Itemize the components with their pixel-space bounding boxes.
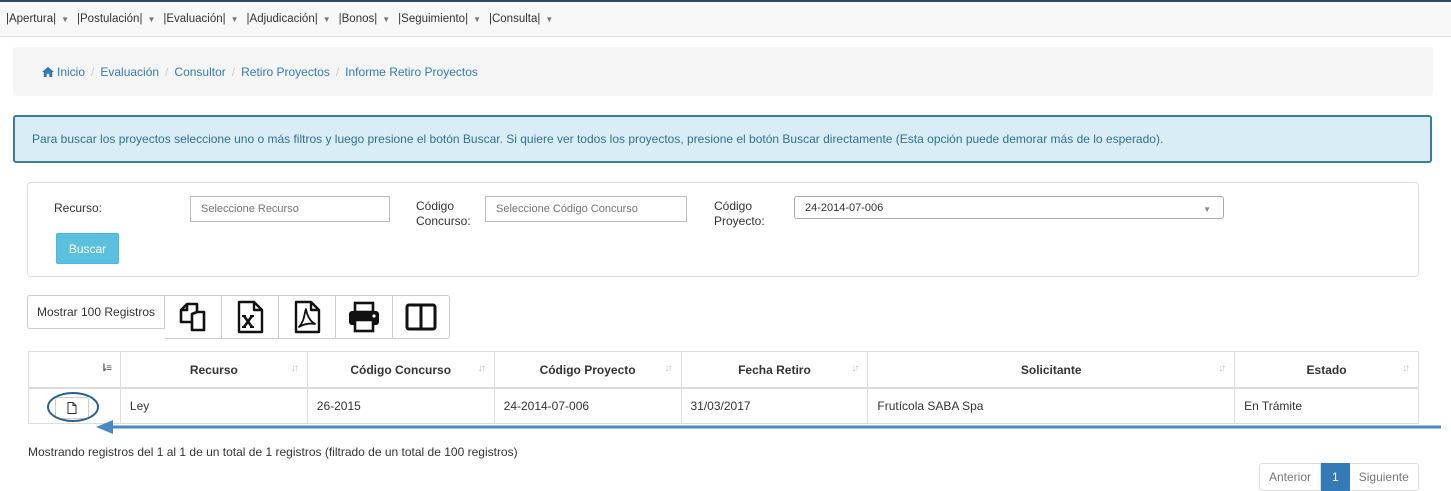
- sort-icon: ↓↑: [1402, 363, 1410, 374]
- breadcrumb-evaluacion[interactable]: Evaluación: [100, 65, 159, 79]
- proyecto-label: Código Proyecto:: [714, 199, 765, 229]
- proyecto-select[interactable]: 24-2014-07-006 ▼: [794, 196, 1224, 219]
- menu-postulacion[interactable]: |Postulación| ▼: [77, 13, 155, 25]
- print-icon: [349, 301, 380, 333]
- breadcrumb-informe-retiro[interactable]: Informe Retiro Proyectos: [345, 65, 478, 79]
- concurso-label-line1: Código: [416, 199, 455, 213]
- buscar-button[interactable]: Buscar: [56, 233, 119, 264]
- breadcrumb: Inicio / Evaluación / Consultor / Retiro Pr…: [13, 47, 1433, 96]
- excel-button[interactable]: [222, 295, 280, 339]
- pdf-button[interactable]: [279, 295, 337, 339]
- page-1-button[interactable]: 1: [1321, 463, 1350, 491]
- sort-icon: ↓↑: [1218, 363, 1226, 374]
- sort-icon: ↓↑: [290, 363, 299, 374]
- column-header-solicitante[interactable]: Solicitante ↓↑: [867, 351, 1236, 389]
- menu-label: |Postulación|: [77, 13, 143, 25]
- proyecto-label-line1: Código: [714, 199, 753, 213]
- info-text: Para buscar los proyectos seleccione uno…: [32, 132, 1164, 146]
- chevron-down-icon: ▼: [147, 14, 156, 24]
- sort-icon: ↓↑: [851, 363, 859, 374]
- column-header-estado[interactable]: Estado ↓↑: [1234, 351, 1419, 389]
- column-header-label: Recurso: [189, 362, 238, 377]
- table-summary: Mostrando registros del 1 al 1 de un tot…: [28, 445, 518, 459]
- column-header-codigo-proyecto[interactable]: Código Proyecto ↓↑: [493, 351, 682, 389]
- column-header-detail[interactable]: ⇂≡: [28, 351, 121, 389]
- column-header-label: Fecha Retiro: [738, 362, 811, 377]
- chevron-down-icon: ▼: [1203, 205, 1211, 214]
- concurso-label: Código Concurso:: [416, 199, 471, 229]
- proyecto-label-line2: Proyecto:: [714, 214, 765, 228]
- concurso-input[interactable]: [485, 196, 687, 222]
- results-table: ⇂≡ Recurso ↓↑ Código Concurso ↓↑ Código Pr…: [28, 351, 1419, 424]
- next-page-button[interactable]: Siguiente: [1349, 463, 1419, 491]
- menu-label: |Apertura|: [6, 13, 57, 25]
- menu-label: |Evaluación|: [163, 13, 226, 25]
- columns-button[interactable]: [393, 295, 451, 339]
- chevron-down-icon: ▼: [322, 14, 331, 24]
- breadcrumb-separator: /: [91, 64, 95, 79]
- annotation-circle: [47, 392, 99, 422]
- home-icon: [42, 66, 54, 77]
- proyecto-select-value: 24-2014-07-006: [805, 201, 884, 214]
- column-header-label: Código Concurso: [350, 362, 452, 377]
- breadcrumb-separator: /: [231, 64, 236, 79]
- menu-label: |Consulta|: [488, 13, 541, 25]
- columns-icon: [405, 303, 437, 331]
- breadcrumb-inicio[interactable]: Inicio: [57, 65, 85, 79]
- menu-apertura[interactable]: |Apertura| ▼: [6, 13, 69, 25]
- column-header-label: Código Proyecto: [539, 362, 636, 377]
- pdf-icon: [294, 300, 321, 334]
- breadcrumb-separator: /: [335, 64, 340, 79]
- filter-panel: Recurso: Código Concurso: Código Proyect…: [27, 182, 1419, 277]
- menu-label: |Bonos|: [338, 13, 378, 25]
- breadcrumb-separator: /: [165, 64, 169, 79]
- column-header-codigo-concurso[interactable]: Código Concurso ↓↑: [306, 351, 495, 389]
- breadcrumb-consultor[interactable]: Consultor: [174, 65, 225, 79]
- menu-label: |Seguimiento|: [398, 13, 469, 25]
- menu-seguimiento[interactable]: |Seguimiento| ▼: [398, 13, 481, 25]
- column-header-recurso[interactable]: Recurso ↓↑: [119, 351, 308, 389]
- copy-button[interactable]: [165, 295, 223, 339]
- print-button[interactable]: [336, 295, 394, 339]
- annotation-arrow: [96, 420, 1441, 434]
- table-header-row: ⇂≡ Recurso ↓↑ Código Concurso ↓↑ Código Pr…: [28, 351, 1419, 389]
- column-header-label: Estado: [1306, 362, 1347, 377]
- excel-icon: [237, 300, 264, 334]
- chevron-down-icon: ▼: [473, 14, 481, 24]
- copy-icon: [179, 302, 206, 332]
- table-toolbar: Mostrar 100 Registros: [27, 295, 451, 339]
- recurso-label: Recurso:: [54, 201, 103, 215]
- chevron-down-icon: ▼: [230, 14, 239, 24]
- column-header-fecha-retiro[interactable]: Fecha Retiro ↓↑: [680, 351, 869, 389]
- recurso-input[interactable]: [190, 196, 390, 222]
- sort-icon: ⇂≡: [99, 363, 112, 374]
- sort-icon: ↓↑: [664, 363, 673, 374]
- column-header-label: Solicitante: [1020, 362, 1082, 377]
- breadcrumb-retiro-proyectos[interactable]: Retiro Proyectos: [241, 65, 330, 79]
- menu-evaluacion[interactable]: |Evaluación| ▼: [163, 13, 238, 25]
- main-menu: |Apertura| ▼ |Postulación| ▼ |Evaluación| ▼…: [0, 2, 1451, 37]
- info-alert: Para buscar los proyectos seleccione uno…: [13, 115, 1432, 163]
- pagination: Anterior 1 Siguiente: [1259, 463, 1419, 491]
- prev-page-button[interactable]: Anterior: [1259, 463, 1322, 491]
- menu-adjudicacion[interactable]: |Adjudicación| ▼: [247, 13, 331, 25]
- menu-bonos[interactable]: |Bonos| ▼: [339, 13, 391, 25]
- show-records-button[interactable]: Mostrar 100 Registros: [27, 295, 166, 329]
- chevron-down-icon: ▼: [545, 14, 554, 24]
- chevron-down-icon: ▼: [382, 14, 391, 24]
- sort-icon: ↓↑: [477, 363, 486, 374]
- concurso-label-line2: Concurso:: [416, 214, 471, 228]
- menu-consulta[interactable]: |Consulta| ▼: [489, 13, 553, 25]
- menu-label: |Adjudicación|: [246, 13, 318, 25]
- chevron-down-icon: ▼: [61, 14, 70, 24]
